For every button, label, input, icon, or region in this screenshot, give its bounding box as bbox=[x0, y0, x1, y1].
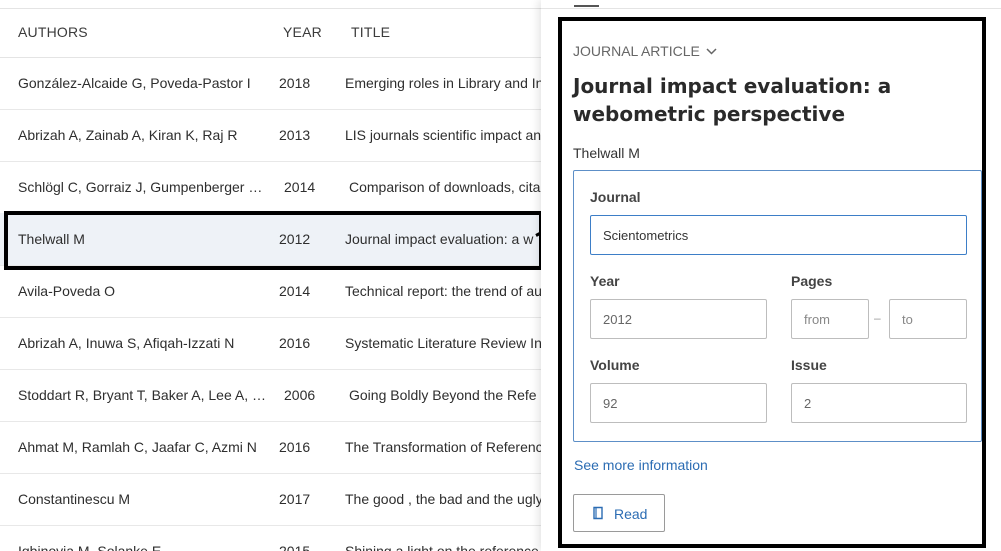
row-title: Shining a light on the reference bbox=[345, 543, 539, 551]
row-year: 2016 bbox=[279, 439, 311, 455]
table-row[interactable]: Stoddart R, Bryant T, Baker A, Lee A, Sp… bbox=[0, 369, 545, 422]
row-authors: Abrizah A, Zainab A, Kiran K, Raj R bbox=[18, 127, 238, 143]
row-authors: Ahmat M, Ramlah C, Jaafar C, Azmi N bbox=[18, 439, 257, 455]
row-title: Systematic Literature Review In bbox=[345, 335, 542, 351]
issue-label: Issue bbox=[791, 357, 827, 373]
row-year: 2012 bbox=[279, 231, 311, 247]
pages-label: Pages bbox=[791, 273, 833, 289]
table-row[interactable]: González-Alcaide G, Poveda-Pastor I 2018… bbox=[0, 57, 545, 110]
panel-tab-indicator bbox=[574, 5, 599, 7]
article-detail-panel: JOURNAL ARTICLE Journal impact evaluatio… bbox=[541, 0, 1001, 551]
row-authors: Thelwall M bbox=[18, 231, 85, 247]
pages-from-input[interactable]: from bbox=[791, 299, 869, 339]
table-row[interactable]: Schlögl C, Gorraiz J, Gumpenberger C, Ja… bbox=[0, 161, 545, 214]
table-row-selected[interactable]: Thelwall M 2012 Journal impact evaluatio… bbox=[0, 213, 545, 266]
row-title: The Transformation of Referenc bbox=[345, 439, 543, 455]
table-row[interactable]: Abrizah A, Zainab A, Kiran K, Raj R 2013… bbox=[0, 109, 545, 162]
row-year: 2014 bbox=[284, 179, 316, 195]
see-more-information-link[interactable]: See more information bbox=[574, 457, 708, 473]
row-authors: Schlögl C, Gorraiz J, Gumpenberger C, Ja… bbox=[18, 179, 266, 195]
row-title: LIS journals scientific impact an bbox=[345, 127, 542, 143]
journal-label: Journal bbox=[590, 189, 641, 205]
row-year: 2016 bbox=[279, 335, 311, 351]
row-title: Technical report: the trend of au bbox=[345, 283, 542, 299]
column-header-title[interactable]: TITLE bbox=[351, 24, 390, 40]
row-authors: Avila-Poveda O bbox=[18, 283, 116, 299]
volume-label: Volume bbox=[590, 357, 640, 373]
row-title: Comparison of downloads, cita bbox=[349, 179, 541, 195]
panel-divider bbox=[541, 8, 1001, 9]
chevron-down-icon bbox=[706, 44, 717, 58]
row-authors: González-Alcaide G, Poveda-Pastor I bbox=[18, 75, 251, 91]
row-year: 2014 bbox=[279, 283, 311, 299]
row-authors: Stoddart R, Bryant T, Baker A, Lee A, Sp… bbox=[18, 387, 266, 403]
article-type-dropdown[interactable]: JOURNAL ARTICLE bbox=[573, 43, 717, 59]
pages-separator: – bbox=[874, 311, 881, 325]
book-icon bbox=[591, 506, 605, 520]
read-button-label: Read bbox=[614, 506, 648, 522]
row-year: 2017 bbox=[279, 491, 311, 507]
row-title: Journal impact evaluation: a w bbox=[345, 231, 534, 247]
row-authors: Constantinescu M bbox=[18, 491, 131, 507]
row-year: 2018 bbox=[279, 75, 311, 91]
year-label: Year bbox=[590, 273, 620, 289]
table-row[interactable]: Igbinovia M, Solanke E 2015 Shining a li… bbox=[0, 525, 545, 551]
column-header-year[interactable]: YEAR bbox=[283, 24, 322, 40]
pages-to-input[interactable]: to bbox=[889, 299, 967, 339]
row-title: Going Boldly Beyond the Refe bbox=[349, 387, 537, 403]
row-title: Emerging roles in Library and In bbox=[345, 75, 544, 91]
row-authors: Abrizah A, Inuwa S, Afiqah-Izzati N bbox=[18, 335, 235, 351]
row-year: 2015 bbox=[279, 543, 311, 551]
table-row[interactable]: Avila-Poveda O 2014 Technical report: th… bbox=[0, 265, 545, 318]
table-row[interactable]: Constantinescu M 2017 The good , the bad… bbox=[0, 473, 545, 526]
article-title: Journal impact evaluation: a webometric … bbox=[573, 74, 892, 126]
row-year: 2006 bbox=[284, 387, 316, 403]
volume-input[interactable]: 92 bbox=[590, 383, 767, 423]
year-input[interactable]: 2012 bbox=[590, 299, 767, 339]
row-year: 2013 bbox=[279, 127, 311, 143]
article-type-label: JOURNAL ARTICLE bbox=[573, 43, 700, 59]
column-header-authors[interactable]: AUTHORS bbox=[18, 24, 88, 40]
article-author: Thelwall M bbox=[573, 145, 640, 161]
table-header: AUTHORS YEAR TITLE bbox=[0, 8, 545, 58]
row-title: The good , the bad and the ugly bbox=[345, 491, 543, 507]
table-row[interactable]: Ahmat M, Ramlah C, Jaafar C, Azmi N 2016… bbox=[0, 421, 545, 474]
issue-input[interactable]: 2 bbox=[791, 383, 967, 423]
read-button[interactable]: Read bbox=[573, 494, 665, 532]
table-row[interactable]: Abrizah A, Inuwa S, Afiqah-Izzati N 2016… bbox=[0, 317, 545, 370]
metadata-form: Journal Scientometrics Year 2012 Pages f… bbox=[573, 170, 982, 442]
journal-input[interactable]: Scientometrics bbox=[590, 215, 967, 255]
row-authors: Igbinovia M, Solanke E bbox=[18, 543, 162, 551]
references-table: AUTHORS YEAR TITLE González-Alcaide G, P… bbox=[0, 0, 545, 551]
